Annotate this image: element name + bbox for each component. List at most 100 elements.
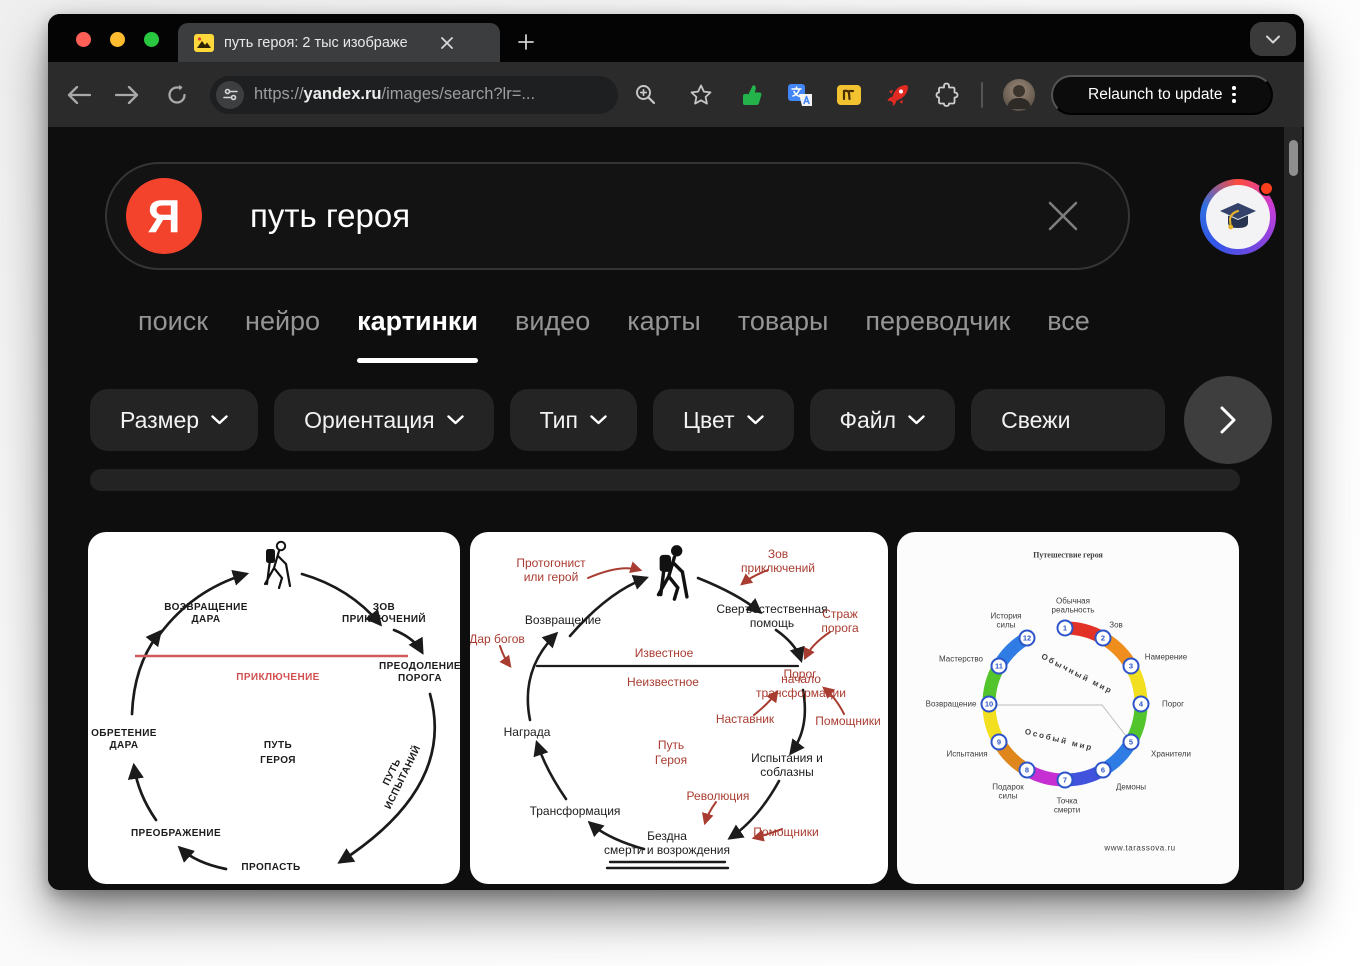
back-icon <box>67 86 91 104</box>
back-button[interactable] <box>64 80 94 110</box>
diagram-label: Страж порога <box>821 607 858 635</box>
tab-search-button[interactable] <box>1250 22 1296 56</box>
forward-icon <box>115 86 139 104</box>
zoom-page-button[interactable] <box>630 80 660 110</box>
step-pin: 12 <box>1019 630 1036 647</box>
step-pin: 6 <box>1095 762 1112 779</box>
diagram-label: Дар богов <box>470 632 525 646</box>
diagram-label: ОБРЕТЕНИЕ ДАРА <box>91 728 157 752</box>
step-label: Демоны <box>1116 782 1146 791</box>
yandex-extension-icon[interactable] <box>835 81 863 109</box>
traffic-lights <box>76 32 159 47</box>
address-bar[interactable]: https://yandex.ru/images/search?lr=... <box>210 76 618 114</box>
step-pin: 2 <box>1095 630 1112 647</box>
nav-tab-images[interactable]: картинки <box>357 301 478 341</box>
tab-title: путь героя: 2 тыс изображе <box>224 35 434 51</box>
minimize-window-button[interactable] <box>110 32 125 47</box>
source-site-label: www.tarassova.ru <box>1104 843 1175 852</box>
forward-button[interactable] <box>112 80 142 110</box>
result-image-card-3[interactable]: Путешествие героя Обычный мир Особый мир… <box>897 532 1239 884</box>
close-window-button[interactable] <box>76 32 91 47</box>
thumbs-up-extension-icon[interactable] <box>737 81 765 109</box>
chevron-down-icon <box>1266 35 1280 44</box>
diagram-title: ПУТЬ ГЕРОЯ <box>260 738 296 768</box>
titlebar: путь героя: 2 тыс изображе <box>48 14 1304 62</box>
nav-tab-maps[interactable]: карты <box>627 301 701 341</box>
nav-tab-search[interactable]: поиск <box>138 301 208 341</box>
url-text[interactable]: https://yandex.ru/images/search?lr=... <box>254 85 574 104</box>
diagram-label: Сверъестественная помощь <box>716 602 827 630</box>
browser-tab[interactable]: путь героя: 2 тыс изображе <box>178 23 500 62</box>
chevron-down-icon <box>447 415 464 425</box>
nav-tab-neuro[interactable]: нейро <box>245 301 320 341</box>
browser-window: путь героя: 2 тыс изображе https://yande… <box>48 14 1304 890</box>
tab-close-icon[interactable] <box>436 32 458 54</box>
step-label: Мастерство <box>939 654 983 663</box>
zoom-window-button[interactable] <box>144 32 159 47</box>
step-label: Точка смерти <box>1054 797 1080 816</box>
yandex-search-bar[interactable]: Я путь героя <box>105 162 1130 270</box>
diagram-title: Путь Героя <box>655 738 687 768</box>
step-label: Хранители <box>1151 749 1191 758</box>
reload-icon <box>166 84 188 106</box>
filter-chip-orientation[interactable]: Ориентация <box>274 389 494 451</box>
diagram-label: ПРЕОДОЛЕНИЕ ПОРОГА <box>379 661 460 685</box>
diagram-label: ПРЕОБРАЖЕНИЕ <box>131 828 221 840</box>
filter-chip-size[interactable]: Размер <box>90 389 258 451</box>
diagram-label: Возвращение <box>525 613 601 627</box>
kebab-menu-icon[interactable] <box>1232 86 1236 103</box>
filter-chip-file[interactable]: Файл <box>810 389 956 451</box>
chevron-down-icon <box>908 415 925 425</box>
step-pin: 9 <box>991 734 1008 751</box>
hiker-icon <box>646 544 696 602</box>
diagram-label: Известное <box>635 646 694 660</box>
extensions-puzzle-icon[interactable] <box>933 81 961 109</box>
result-image-card-1[interactable]: ВОЗВРАЩЕНИЕ ДАРА ЗОВ ПРИКЛЮЧЕНИЙ ПРИКЛЮЧ… <box>88 532 460 884</box>
profile-avatar[interactable] <box>1003 79 1035 111</box>
scrollbar-track[interactable] <box>1284 127 1302 890</box>
nav-tab-all[interactable]: все <box>1047 301 1090 341</box>
filter-chip-freshness[interactable]: Свежи <box>971 389 1165 451</box>
collapsed-suggestions-bar[interactable] <box>90 469 1240 491</box>
yandex-logo: Я <box>126 178 202 254</box>
site-info-icon[interactable] <box>216 81 244 109</box>
result-image-card-2[interactable]: Протогонист или герой Зов приключений Во… <box>470 532 888 884</box>
browser-toolbar: https://yandex.ru/images/search?lr=... R… <box>48 62 1304 127</box>
clear-search-icon[interactable] <box>1040 193 1086 239</box>
nav-tab-translate[interactable]: переводчик <box>865 301 1010 341</box>
bookmark-button[interactable] <box>686 80 716 110</box>
diagram-label: начало трансформации <box>756 672 846 700</box>
diagram-label: Помощники <box>753 825 818 839</box>
diagram-label: Протогонист или герой <box>516 556 585 584</box>
diagram-label: Наставник <box>716 712 774 726</box>
hiker-icon <box>254 540 298 590</box>
new-tab-button[interactable] <box>512 28 540 56</box>
search-vertical-tabs: поиск нейро картинки видео карты товары … <box>138 301 1090 341</box>
graduation-cap-icon <box>1217 199 1259 235</box>
more-filters-button[interactable] <box>1184 376 1272 464</box>
rocket-extension-icon[interactable] <box>884 81 912 109</box>
url-domain: yandex.ru <box>304 85 382 103</box>
chevron-down-icon <box>211 415 228 425</box>
diagram-label: Неизвестное <box>627 675 699 689</box>
bookmark-star-icon <box>690 84 712 105</box>
diagram-label: ПРОПАСТЬ <box>241 862 300 874</box>
nav-tab-video[interactable]: видео <box>515 301 590 341</box>
user-profile-badge[interactable] <box>1200 179 1276 255</box>
step-pin: 10 <box>981 696 998 713</box>
nav-tab-goods[interactable]: товары <box>738 301 829 341</box>
filter-chip-type[interactable]: Тип <box>510 389 637 451</box>
step-label: Подарок силы <box>992 783 1024 802</box>
diagram-label: ПРИКЛЮЧЕНИЕ <box>236 672 320 684</box>
scrollbar-thumb[interactable] <box>1289 140 1298 176</box>
chevron-right-icon <box>1220 406 1236 434</box>
translate-extension-icon[interactable] <box>786 81 814 109</box>
diagram-label: Зов приключений <box>741 547 815 575</box>
reload-button[interactable] <box>162 80 192 110</box>
filter-chip-color[interactable]: Цвет <box>653 389 794 451</box>
relaunch-to-update-button[interactable]: Relaunch to update <box>1051 75 1273 115</box>
step-label: Порог <box>1162 699 1184 708</box>
step-pin: 3 <box>1123 658 1140 675</box>
diagram-label: Бездна смерти и возрождения <box>604 829 730 857</box>
search-input[interactable]: путь героя <box>250 197 1040 235</box>
